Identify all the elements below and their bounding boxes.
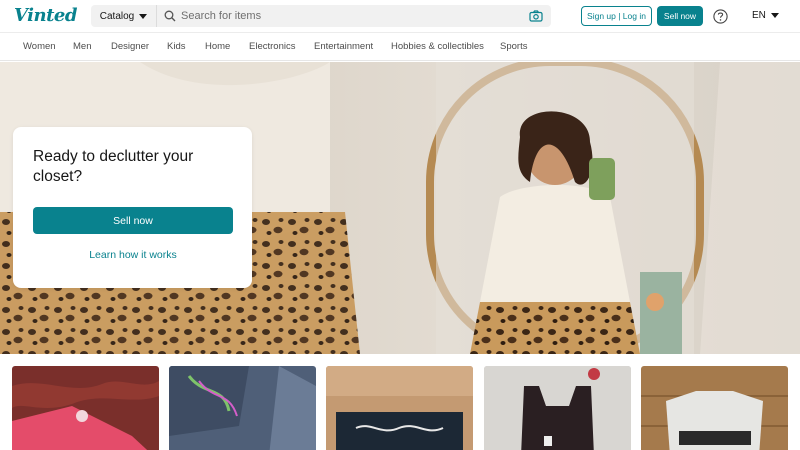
item-card[interactable]: [641, 366, 788, 450]
header-sell-now-button[interactable]: Sell now: [657, 6, 703, 26]
item-photo: [484, 366, 631, 450]
category-nav: Women Men Designer Kids Home Electronics…: [0, 32, 800, 61]
item-card[interactable]: [326, 366, 473, 450]
nav-item-electronics[interactable]: Electronics: [249, 41, 295, 52]
hero-banner: Ready to declutter your closet? Sell now…: [0, 62, 800, 354]
language-label: EN: [752, 10, 766, 21]
search-input[interactable]: [176, 6, 529, 26]
nav-item-kids[interactable]: Kids: [167, 41, 185, 52]
hero-card: Ready to declutter your closet? Sell now…: [13, 127, 252, 288]
search-icon: [164, 10, 176, 22]
nav-item-sports[interactable]: Sports: [500, 41, 527, 52]
vinted-logo[interactable]: Vinted: [14, 5, 77, 26]
nav-item-home[interactable]: Home: [205, 41, 230, 52]
item-card[interactable]: [484, 366, 631, 450]
nav-item-entertainment[interactable]: Entertainment: [314, 41, 373, 52]
item-card[interactable]: [12, 366, 159, 450]
nav-item-men[interactable]: Men: [73, 41, 91, 52]
search-bar: Catalog: [91, 5, 551, 27]
help-icon[interactable]: [713, 9, 728, 24]
learn-how-it-works-link[interactable]: Learn how it works: [33, 249, 233, 261]
chevron-down-icon: [139, 13, 148, 19]
item-photo: [326, 366, 473, 450]
top-header: Vinted Catalog Sign up | Log in Sell now…: [0, 0, 800, 32]
item-photo: [641, 366, 788, 450]
catalog-label: Catalog: [99, 10, 135, 22]
hero-title: Ready to declutter your closet?: [33, 148, 194, 185]
nav-item-designer[interactable]: Designer: [111, 41, 149, 52]
item-card[interactable]: [169, 366, 316, 450]
item-photo: [12, 366, 159, 450]
chevron-down-icon: [770, 13, 779, 18]
language-selector[interactable]: EN: [752, 10, 779, 21]
signup-login-button[interactable]: Sign up | Log in: [581, 6, 652, 26]
hero-sell-now-button[interactable]: Sell now: [33, 207, 233, 234]
items-strip: [0, 354, 800, 450]
nav-item-hobbies-collectibles[interactable]: Hobbies & collectibles: [391, 41, 484, 52]
nav-item-women[interactable]: Women: [23, 41, 56, 52]
catalog-dropdown[interactable]: Catalog: [91, 5, 157, 27]
camera-icon[interactable]: [529, 9, 543, 23]
item-photo: [169, 366, 316, 450]
